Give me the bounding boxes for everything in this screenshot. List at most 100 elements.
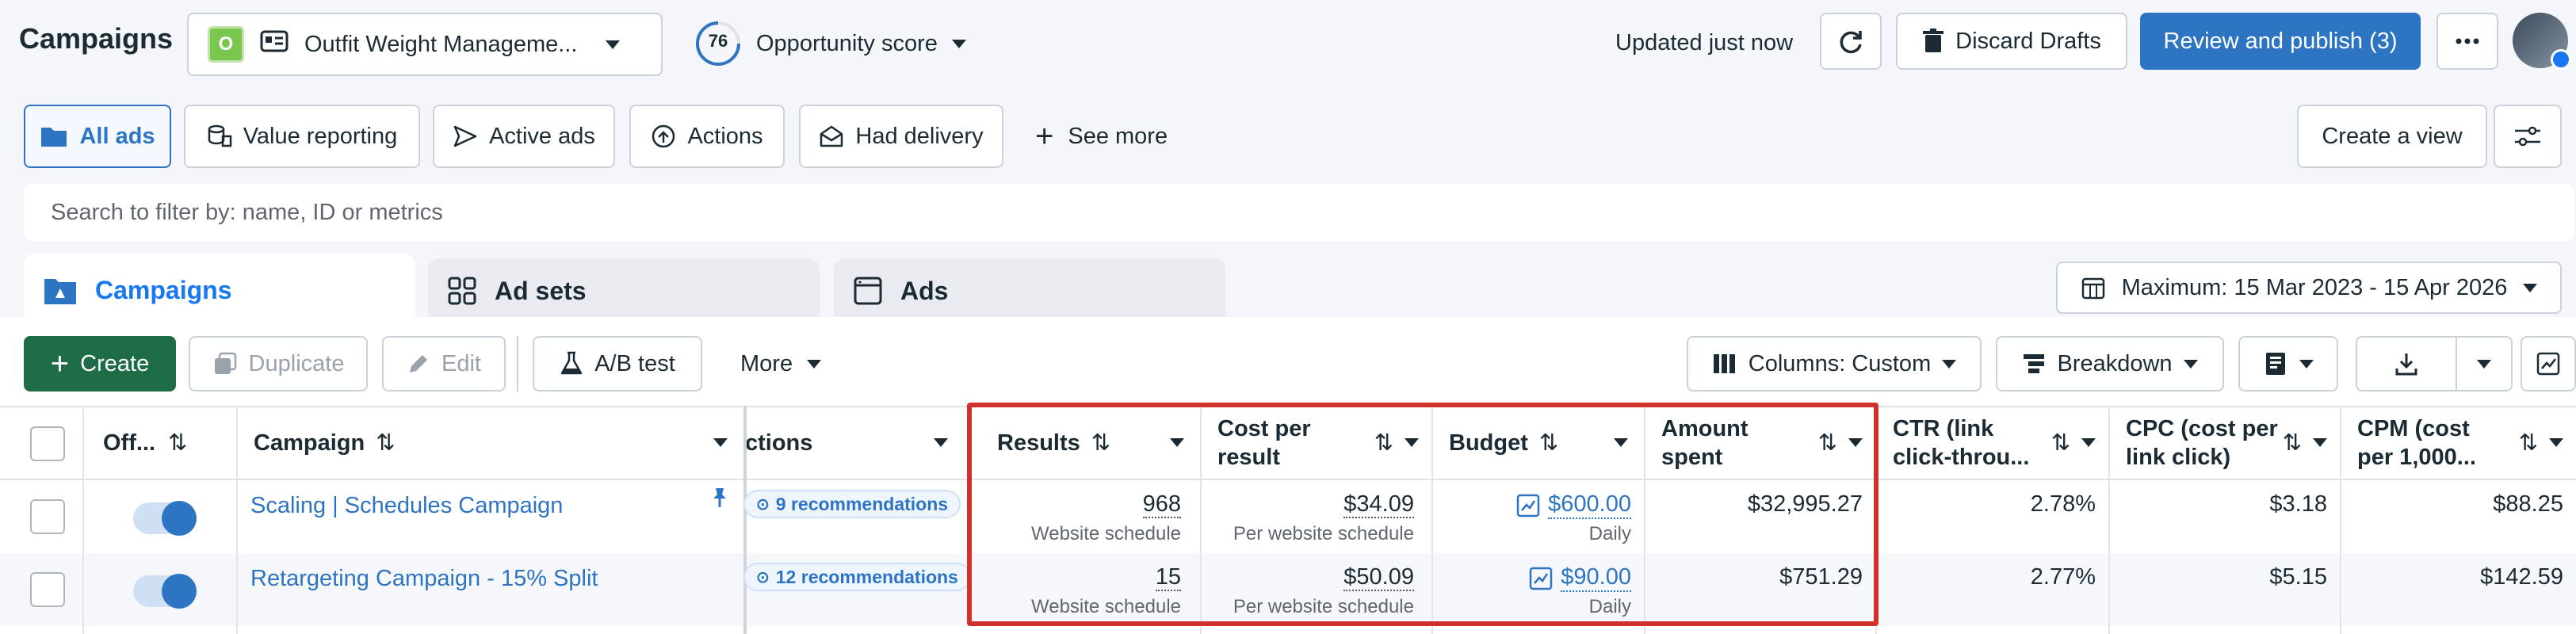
score-gauge-icon: 76 [694,20,742,67]
column-divider [2340,406,2341,634]
account-selector[interactable]: O Outfit Weight Manageme... [187,13,663,76]
duplicate-button[interactable]: Duplicate [189,336,368,391]
columns-label: Columns: Custom [1748,350,1932,376]
chevron-down-icon [2549,438,2563,447]
account-badge: O [208,26,244,63]
create-button[interactable]: + Create [24,336,176,391]
budget-link: $90.00 [1561,564,1631,592]
more-menu-button[interactable]: More [740,336,822,391]
amount-spent-value: $751.29 [1779,564,1863,590]
chevron-down-icon [2081,438,2096,447]
row-checkbox[interactable] [30,499,65,534]
chevron-down-icon [2183,359,2198,369]
budget-link: $600.00 [1548,491,1631,519]
recommendations-badge[interactable]: ⊙ 9 recommendations [743,490,961,518]
header-line: Amount [1661,416,1749,441]
columns-button[interactable]: Columns: Custom [1687,336,1982,391]
opportunity-score[interactable]: 76 Opportunity score [694,19,966,68]
plus-icon: + [50,346,70,381]
review-publish-button[interactable]: Review and publish (3) [2140,13,2421,70]
see-more-button[interactable]: + See more [1035,119,1168,154]
header-label: Results [997,430,1080,456]
column-header-results[interactable]: Results ⇅ [980,406,1200,480]
column-divider [2108,406,2110,634]
chevron-down-icon [1942,359,1957,369]
header-label: CPM (cost per 1,000... [2357,414,2476,472]
budget-value[interactable]: $600.00 [1431,491,1631,519]
duplicate-label: Duplicate [248,350,345,376]
campaign-name-link[interactable]: Retargeting Campaign - 15% Split [250,566,598,592]
budget-value[interactable]: $90.00 [1431,564,1631,592]
results-sub: Website schedule [1031,596,1181,617]
refresh-button[interactable] [1820,13,1882,70]
sort-icon: ⇅ [2282,430,2302,456]
charts-button[interactable] [2521,336,2576,391]
campaign-toggle[interactable] [133,574,197,609]
discard-label: Discard Drafts [1955,28,2101,54]
column-header-cost-per-result[interactable]: Cost per result ⇅ [1200,406,1431,480]
view-settings-button[interactable] [2494,105,2562,168]
score-label: Opportunity score [756,30,938,56]
column-header-ctr[interactable]: CTR (link click-throu... ⇅ [1875,406,2108,480]
export-dropdown-button[interactable] [2456,336,2513,391]
header-line: CPM (cost [2357,416,2470,441]
calendar-icon [2081,277,2104,300]
avatar[interactable] [2513,13,2571,70]
sort-icon: ⇅ [1374,430,1393,456]
chip-actions[interactable]: Actions [629,105,785,168]
chevron-down-icon [1614,438,1628,447]
create-view-button[interactable]: Create a view [2297,105,2487,168]
chevron-down-icon [2313,438,2327,447]
header-line: Cost per [1217,416,1311,441]
chevron-down-icon [2477,359,2491,369]
chevron-down-icon [713,438,728,447]
header-label: Budget [1449,430,1528,456]
row-checkbox[interactable] [30,572,65,607]
header-label: ctions [745,430,813,456]
chip-all-ads[interactable]: All ads [24,105,171,168]
download-icon [2395,353,2417,376]
column-header-campaign[interactable]: Campaign ⇅ [236,406,743,480]
edit-button[interactable]: Edit [382,336,506,391]
breakdown-button[interactable]: Breakdown [1996,336,2224,391]
report-icon [2266,353,2285,375]
column-header-actions[interactable]: ctions [743,406,970,480]
discard-drafts-button[interactable]: Discard Drafts [1896,13,2127,70]
chip-had-delivery[interactable]: Had delivery [799,105,1003,168]
chip-active-ads[interactable]: Active ads [433,105,615,168]
date-range-selector[interactable]: Maximum: 15 Mar 2023 - 15 Apr 2026 [2056,262,2562,314]
campaign-toggle[interactable] [133,501,197,536]
reports-button[interactable] [2238,336,2338,391]
header-label: Off... [103,430,156,456]
more-options-button[interactable] [2436,13,2498,70]
more-label: More [740,350,793,376]
cost-per-result-value: $50.09 [1200,564,1414,591]
column-header-cpc[interactable]: CPC (cost per link click) ⇅ [2108,406,2340,480]
pin-icon[interactable] [710,487,729,515]
recommendation-icon: ⊙ [756,568,770,586]
chip-label: Actions [687,123,763,149]
coins-icon [208,124,231,147]
column-header-offon[interactable]: Off... ⇅ [86,406,238,480]
campaign-folder-icon [44,279,76,304]
cost-number: $34.09 [1343,491,1414,518]
tab-campaigns[interactable]: Campaigns [24,254,415,327]
chip-value-reporting[interactable]: Value reporting [184,105,420,168]
campaign-name-link[interactable]: Scaling | Schedules Campaign [250,493,563,519]
column-divider [82,406,84,634]
cpc-value: $5.15 [2269,564,2327,590]
tab-ad-sets[interactable]: Ad sets [428,258,820,323]
ab-test-button[interactable]: A/B test [533,336,702,391]
column-header-budget[interactable]: Budget ⇅ [1431,406,1644,480]
date-range-label: Maximum: 15 Mar 2023 - 15 Apr 2026 [2121,274,2508,300]
pencil-icon [410,355,427,372]
search-input[interactable]: Search to filter by: name, ID or metrics [24,184,2574,241]
cpm-value: $88.25 [2493,491,2563,517]
column-header-amount-spent[interactable]: Amount spent ⇅ [1644,406,1875,480]
ab-test-label: A/B test [594,350,675,376]
select-all-checkbox[interactable] [30,426,65,461]
export-button[interactable] [2356,336,2457,391]
recommendations-badge[interactable]: ⊙ 12 recommendations [743,563,971,591]
tab-ads[interactable]: Ads [834,258,1225,323]
column-header-cpm[interactable]: CPM (cost per 1,000... ⇅ [2340,406,2576,480]
